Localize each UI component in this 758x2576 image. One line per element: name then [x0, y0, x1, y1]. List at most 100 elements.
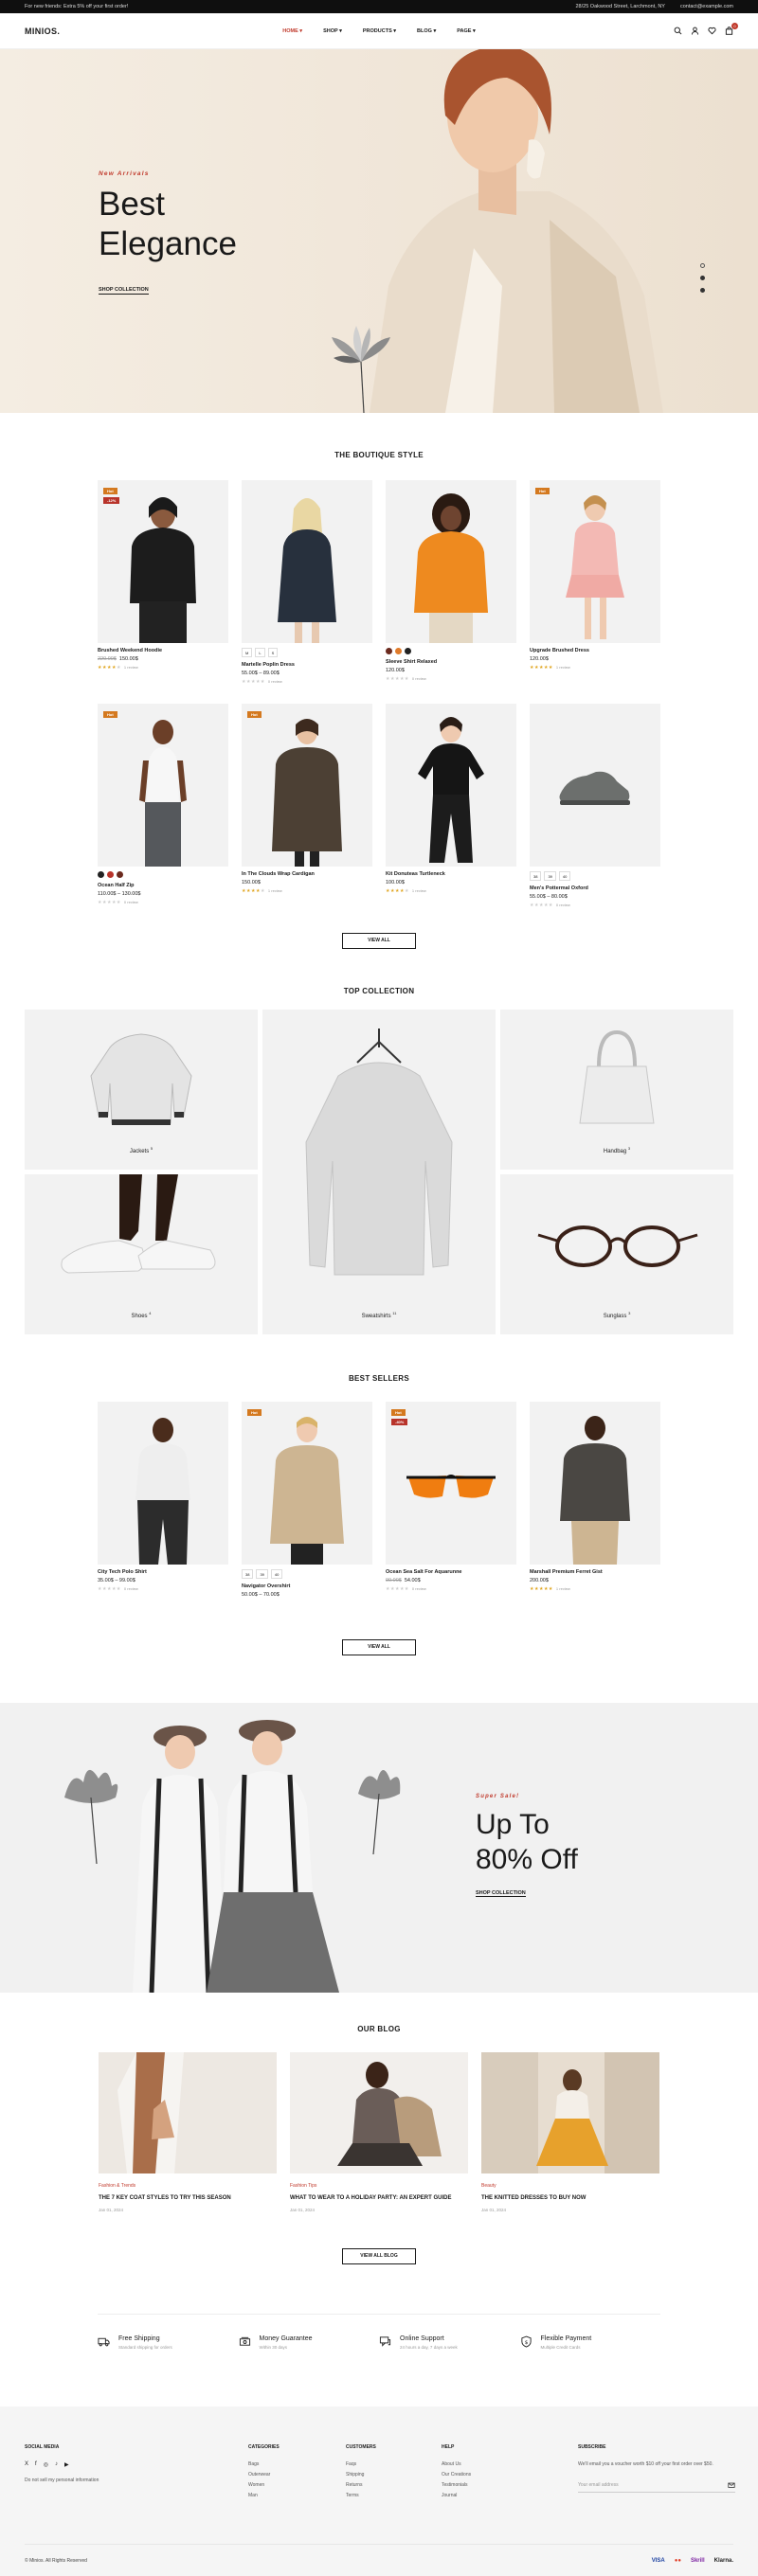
blog-category[interactable]: Fashion & Trends: [99, 2183, 277, 2189]
product-image[interactable]: Hot -12%: [98, 480, 228, 643]
blog-image[interactable]: [290, 2052, 468, 2174]
footer-link[interactable]: Journal: [442, 2493, 471, 2498]
product-image[interactable]: Hot: [530, 480, 660, 643]
nav-blog[interactable]: BLOG ▾: [417, 28, 436, 34]
email-link[interactable]: contact@example.com: [680, 4, 733, 9]
product-image[interactable]: [242, 480, 372, 643]
blog-category[interactable]: Fashion Tips: [290, 2183, 468, 2189]
product-image[interactable]: [530, 704, 660, 867]
privacy-link[interactable]: Do not sell my personal information: [25, 2478, 99, 2483]
size-option[interactable]: S: [267, 648, 279, 657]
product-name[interactable]: Ocean Sea Salt For Aquarunne: [386, 1569, 516, 1575]
size-option[interactable]: M: [242, 648, 253, 657]
collection-handbag[interactable]: Handbag 3: [500, 1010, 733, 1170]
blog-title[interactable]: WHAT TO WEAR TO A HOLIDAY PARTY: AN EXPE…: [290, 2194, 468, 2202]
size-option[interactable]: 38: [242, 1569, 254, 1579]
product-name[interactable]: Upgrade Brushed Dress: [530, 648, 660, 653]
slider-dot[interactable]: [700, 276, 705, 280]
size-option[interactable]: 39: [544, 871, 556, 881]
youtube-icon[interactable]: ▶: [64, 2461, 69, 2468]
blog-title[interactable]: THE 7 KEY COAT STYLES TO TRY THIS SEASON: [99, 2194, 277, 2202]
x-twitter-icon[interactable]: X: [25, 2461, 28, 2468]
footer-link[interactable]: Returns: [346, 2482, 376, 2488]
product-card[interactable]: Hot In The Clouds Wrap Cardigan 150.00$ …: [242, 704, 372, 908]
blog-card[interactable]: Fashion Tips WHAT TO WEAR TO A HOLIDAY P…: [290, 2052, 468, 2212]
product-card[interactable]: Hot -40% Ocean Sea Salt For Aquarunne 90…: [386, 1402, 516, 1598]
size-option[interactable]: 39: [256, 1569, 268, 1579]
user-icon[interactable]: [691, 27, 699, 35]
product-card[interactable]: Marshall Premium Ferret Gist 200.00$ ★★★…: [530, 1402, 660, 1598]
product-card[interactable]: Sleeve Shirt Relaxed 120.00$ ★★★★★ 0 revi…: [386, 480, 516, 685]
product-name[interactable]: City Tech Polo Shirt: [98, 1569, 228, 1575]
slider-dot[interactable]: [700, 263, 705, 268]
collection-sweatshirts[interactable]: Sweatshirts 11: [262, 1010, 496, 1334]
size-option[interactable]: L: [255, 648, 265, 657]
product-card[interactable]: Hot 38 39 40 Navigator Overshirt 50.00$ …: [242, 1402, 372, 1598]
nav-shop[interactable]: SHOP ▾: [323, 28, 342, 34]
product-name[interactable]: Navigator Overshirt: [242, 1583, 372, 1589]
hero-shop-collection-link[interactable]: SHOP COLLECTION: [99, 287, 149, 295]
collection-shoes[interactable]: Shoes 4: [25, 1174, 258, 1334]
product-card[interactable]: 38 39 40 Men's Pottermal Oxford 55.00$ –…: [530, 704, 660, 908]
send-icon[interactable]: [728, 2481, 735, 2489]
product-image[interactable]: Hot -40%: [386, 1402, 516, 1565]
footer-link[interactable]: About Us: [442, 2461, 471, 2467]
product-card[interactable]: Hot Upgrade Brushed Dress 120.00$ ★★★★★ 1…: [530, 480, 660, 685]
collection-sunglass[interactable]: Sunglass 3: [500, 1174, 733, 1334]
blog-card[interactable]: Beauty THE KNITTED DRESSES TO BUY NOW Ja…: [481, 2052, 659, 2212]
facebook-icon[interactable]: f: [35, 2461, 37, 2468]
blog-card[interactable]: Fashion & Trends THE 7 KEY COAT STYLES T…: [99, 2052, 277, 2212]
slider-dot[interactable]: [700, 288, 705, 293]
nav-page[interactable]: PAGE ▾: [457, 28, 475, 34]
blog-category[interactable]: Beauty: [481, 2183, 659, 2189]
footer-link[interactable]: Our Creations: [442, 2472, 471, 2478]
footer-link[interactable]: Terms: [346, 2493, 376, 2498]
footer-link[interactable]: Women: [248, 2482, 280, 2488]
product-image[interactable]: [386, 704, 516, 867]
product-card[interactable]: City Tech Polo Shirt 35.00$ – 99.00$ ★★★…: [98, 1402, 228, 1598]
heart-icon[interactable]: [708, 27, 716, 35]
footer-link[interactable]: Faqs: [346, 2461, 376, 2467]
product-image[interactable]: [386, 480, 516, 643]
footer-link[interactable]: Shipping: [346, 2472, 376, 2478]
product-name[interactable]: Sleeve Shirt Relaxed: [386, 659, 516, 665]
size-option[interactable]: 38: [530, 871, 542, 881]
instagram-icon[interactable]: ◎: [44, 2461, 48, 2468]
color-swatch[interactable]: [395, 648, 402, 654]
tiktok-icon[interactable]: ♪: [55, 2461, 58, 2468]
banner-shop-collection-link[interactable]: SHOP COLLECTION: [476, 1890, 526, 1897]
size-option[interactable]: 40: [558, 871, 571, 881]
product-card[interactable]: Kit Donuteas Turtleneck 100.00$ ★★★★★ 1 r…: [386, 704, 516, 908]
product-name[interactable]: Brushed Weekend Hoodie: [98, 648, 228, 653]
product-card[interactable]: M L S Martelle Poplin Dress 55.00$ – 89.…: [242, 480, 372, 685]
footer-link[interactable]: Bags: [248, 2461, 280, 2467]
collection-jackets[interactable]: Jackets 5: [25, 1010, 258, 1170]
footer-link[interactable]: Testimonials: [442, 2482, 471, 2488]
product-name[interactable]: Men's Pottermal Oxford: [530, 886, 660, 891]
color-swatch[interactable]: [405, 648, 411, 654]
bestsellers-view-all-button[interactable]: VIEW ALL: [342, 1639, 416, 1655]
blog-image[interactable]: [99, 2052, 277, 2174]
product-name[interactable]: In The Clouds Wrap Cardigan: [242, 871, 372, 877]
product-card[interactable]: Hot -12% Brushed Weekend Hoodie 220.00$ 1…: [98, 480, 228, 685]
subscribe-email-field[interactable]: Your email address: [578, 2478, 735, 2493]
product-name[interactable]: Marshall Premium Ferret Gist: [530, 1569, 660, 1575]
footer-link[interactable]: Outerwear: [248, 2472, 280, 2478]
product-card[interactable]: Hot Ocean Half Zip 110.00$ – 130.00$ ★★★…: [98, 704, 228, 908]
blog-view-all-button[interactable]: VIEW ALL BLOG: [342, 2248, 416, 2264]
size-option[interactable]: 40: [270, 1569, 283, 1579]
footer-link[interactable]: Man: [248, 2493, 280, 2498]
boutique-view-all-button[interactable]: VIEW ALL: [342, 933, 416, 949]
product-name[interactable]: Kit Donuteas Turtleneck: [386, 871, 516, 877]
search-icon[interactable]: [674, 27, 682, 35]
blog-title[interactable]: THE KNITTED DRESSES TO BUY NOW: [481, 2194, 659, 2202]
color-swatch[interactable]: [107, 871, 114, 878]
product-image[interactable]: [530, 1402, 660, 1565]
logo[interactable]: MINIOS.: [25, 27, 60, 36]
cart-button[interactable]: 0: [725, 23, 738, 35]
product-image[interactable]: [98, 1402, 228, 1565]
product-image[interactable]: Hot: [98, 704, 228, 867]
nav-products[interactable]: PRODUCTS ▾: [363, 28, 396, 34]
color-swatch[interactable]: [117, 871, 123, 878]
nav-home[interactable]: HOME ▾: [282, 28, 302, 34]
